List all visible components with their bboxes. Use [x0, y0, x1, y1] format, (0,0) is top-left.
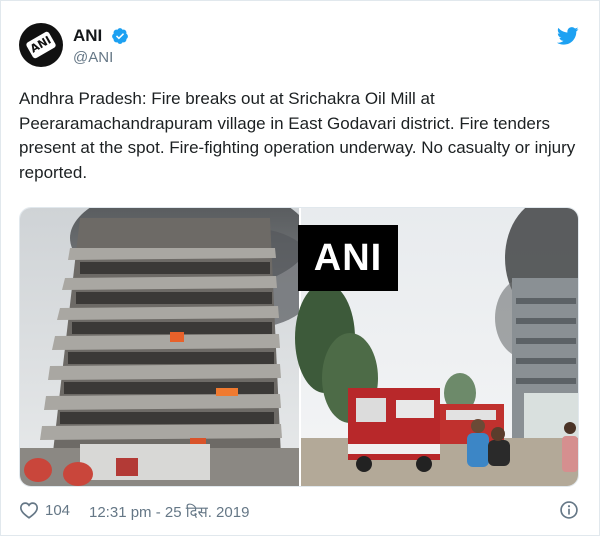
account-handle[interactable]: @ANI	[73, 49, 113, 66]
burning-building-photo	[20, 208, 320, 486]
info-icon[interactable]	[559, 500, 579, 520]
like-count[interactable]: 104	[45, 502, 70, 519]
heart-icon[interactable]	[19, 501, 39, 519]
account-name-wrap[interactable]: ANI	[73, 26, 129, 46]
avatar-logo: ANI	[25, 30, 57, 60]
tweet-header: ANI ANI @ANI	[19, 23, 583, 71]
verified-badge-icon	[111, 28, 128, 44]
twitter-bird-icon[interactable]	[557, 27, 579, 45]
avatar[interactable]: ANI	[19, 23, 63, 67]
tweet-media[interactable]: ANI	[19, 207, 579, 487]
ani-watermark: ANI	[298, 225, 398, 291]
account-name[interactable]: ANI	[73, 26, 102, 46]
tweet-card: ANI ANI @ANI Andhra Pradesh: Fire breaks…	[0, 0, 600, 536]
tweet-timestamp[interactable]: 12:31 pm - 25 दिस. 2019	[89, 502, 249, 522]
tweet-text: Andhra Pradesh: Fire breaks out at Srich…	[19, 89, 576, 182]
tweet-footer: 104 12:31 pm - 25 दिस. 2019	[19, 499, 583, 523]
